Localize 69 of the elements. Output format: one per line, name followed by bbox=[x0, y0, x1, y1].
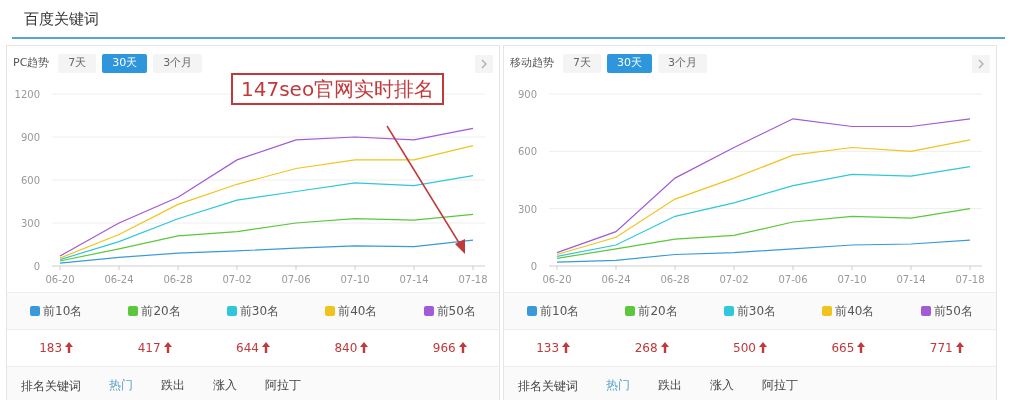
axis-label: 06-24 bbox=[601, 273, 631, 285]
keyword-tab[interactable]: 热门 bbox=[95, 366, 147, 400]
legend-label: 前10名 bbox=[43, 302, 83, 320]
page-title: 百度关键词 bbox=[12, 0, 1005, 39]
axis-label: 07-18 bbox=[458, 273, 488, 285]
axis-label: 07-02 bbox=[222, 273, 252, 285]
legend-label: 前40名 bbox=[338, 302, 378, 320]
stat-value: 417 bbox=[137, 339, 161, 357]
keyword-tab[interactable]: 跌出 bbox=[147, 366, 199, 400]
chevron-right-icon bbox=[480, 58, 488, 69]
chart-label: 移动趋势 bbox=[510, 55, 554, 72]
keyword-tab[interactable]: 热门 bbox=[592, 366, 644, 400]
keyword-tab[interactable]: 涨入 bbox=[696, 366, 748, 400]
keyword-tab[interactable]: 跌出 bbox=[644, 366, 696, 400]
axis-label: 1200 bbox=[14, 88, 40, 100]
tabs-label: 排名关键词 bbox=[517, 378, 579, 395]
axis-label: 900 bbox=[517, 88, 537, 100]
keyword-tab[interactable]: 阿拉丁 bbox=[251, 366, 315, 400]
stat-value: 500 bbox=[733, 339, 756, 357]
axis-label: 06-20 bbox=[542, 273, 572, 285]
stat-value: 133 bbox=[536, 339, 560, 357]
range-tab[interactable]: 30天 bbox=[607, 54, 652, 73]
axis-label: 600 bbox=[20, 174, 40, 186]
axis-label: 07-18 bbox=[955, 273, 985, 285]
tabs-label: 排名关键词 bbox=[20, 378, 82, 395]
range-tab[interactable]: 30天 bbox=[102, 54, 148, 73]
keyword-tab[interactable]: 阿拉丁 bbox=[748, 366, 812, 400]
range-tab[interactable]: 7天 bbox=[58, 54, 97, 73]
axis-label: 300 bbox=[517, 203, 537, 215]
axis-label: 07-14 bbox=[896, 273, 926, 285]
stat-value: 840 bbox=[334, 339, 358, 357]
next-button[interactable] bbox=[475, 54, 493, 73]
range-tab[interactable]: 3个月 bbox=[153, 54, 203, 73]
stat-value: 268 bbox=[634, 339, 658, 357]
keyword-tab[interactable]: 涨入 bbox=[199, 366, 251, 400]
chart-label: PC趋势 bbox=[13, 55, 50, 72]
legend-label: 前10名 bbox=[540, 302, 580, 320]
legend-label: 前20名 bbox=[141, 302, 181, 320]
axis-label: 06-20 bbox=[45, 273, 75, 285]
annotation-label: 147seo官网实时排名 bbox=[231, 72, 445, 105]
axis-label: 06-24 bbox=[104, 273, 134, 285]
next-button[interactable] bbox=[972, 54, 990, 73]
axis-label: 600 bbox=[517, 145, 537, 157]
legend-label: 前40名 bbox=[835, 302, 875, 320]
stat-value: 183 bbox=[39, 339, 63, 357]
axis-label: 07-10 bbox=[340, 273, 370, 285]
axis-label: 0 bbox=[530, 260, 537, 272]
axis-label: 07-06 bbox=[281, 273, 311, 285]
axis-label: 06-28 bbox=[163, 273, 193, 285]
stat-value: 771 bbox=[929, 339, 953, 357]
axis-label: 07-06 bbox=[778, 273, 808, 285]
axis-label: 0 bbox=[33, 260, 40, 272]
legend-label: 前20名 bbox=[638, 302, 678, 320]
axis-label: 07-14 bbox=[399, 273, 429, 285]
axis-label: 07-02 bbox=[719, 273, 749, 285]
range-tab[interactable]: 3个月 bbox=[658, 54, 707, 73]
legend-label: 前50名 bbox=[436, 302, 476, 320]
axis-label: 900 bbox=[20, 131, 40, 143]
axis-label: 07-10 bbox=[837, 273, 867, 285]
stat-value: 644 bbox=[236, 339, 259, 357]
legend-label: 前50名 bbox=[933, 302, 973, 320]
legend-label: 前30名 bbox=[239, 302, 280, 320]
range-tab[interactable]: 7天 bbox=[563, 54, 601, 73]
axis-label: 06-28 bbox=[660, 273, 690, 285]
chevron-right-icon bbox=[977, 58, 985, 69]
axis-label: 300 bbox=[20, 217, 40, 229]
legend-label: 前30名 bbox=[736, 302, 777, 320]
stat-value: 665 bbox=[831, 339, 855, 357]
stat-value: 966 bbox=[432, 339, 456, 357]
